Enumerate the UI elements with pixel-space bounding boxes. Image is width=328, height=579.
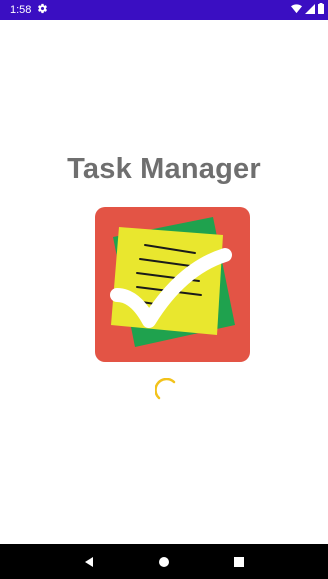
- loading-spinner: [154, 377, 179, 402]
- status-time: 1:58: [10, 4, 32, 16]
- app-title: Task Manager: [67, 153, 261, 185]
- home-icon: [158, 556, 169, 567]
- status-left: 1:58: [10, 3, 48, 17]
- splash-screen: 1:58 Task Manager: [0, 0, 328, 579]
- settings-gear-icon: [37, 3, 48, 17]
- back-button[interactable]: [79, 552, 99, 572]
- status-bar: 1:58: [0, 0, 328, 20]
- status-icons: [291, 3, 324, 17]
- navigation-bar: [0, 544, 328, 579]
- task-checklist-logo: [95, 207, 250, 362]
- signal-icon: [305, 3, 315, 17]
- recents-icon: [233, 556, 244, 567]
- recents-button[interactable]: [229, 552, 249, 572]
- battery-icon: [318, 3, 324, 17]
- home-button[interactable]: [154, 552, 174, 572]
- wifi-icon: [291, 3, 302, 17]
- back-icon: [85, 556, 94, 567]
